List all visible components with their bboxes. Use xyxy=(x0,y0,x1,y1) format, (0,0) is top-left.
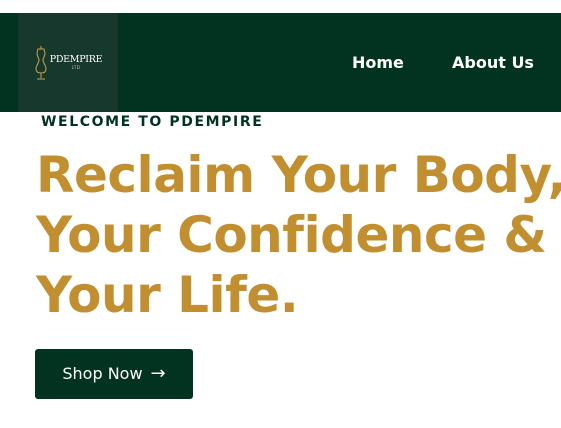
dress-form-icon xyxy=(35,45,47,79)
logo-suffix: LTD xyxy=(71,65,81,71)
headline-line-3: Your Life. xyxy=(36,266,299,324)
headline-line-2: Your Confidence & xyxy=(36,206,547,264)
welcome-eyebrow: WELCOME TO PDEMPIRE xyxy=(41,114,264,130)
logo-name: PDEMPIRE xyxy=(49,53,103,65)
navbar: PDEMPIRE LTD Home About Us xyxy=(0,13,561,112)
arrow-right-icon: → xyxy=(150,363,166,384)
headline-line-1: Reclaim Your Body, xyxy=(36,146,561,204)
shop-now-button[interactable]: Shop Now → xyxy=(35,349,193,399)
logo-mark: PDEMPIRE LTD xyxy=(34,45,103,81)
shop-now-label: Shop Now xyxy=(62,364,143,383)
logo[interactable]: PDEMPIRE LTD xyxy=(18,13,118,112)
hero-headline: Reclaim Your Body, Your Confidence & You… xyxy=(36,145,561,325)
nav-about-us-link[interactable]: About Us xyxy=(452,52,534,74)
nav-home-link[interactable]: Home xyxy=(352,52,404,74)
page: PDEMPIRE LTD Home About Us WELCOME TO PD… xyxy=(0,0,561,428)
logo-wordmark: PDEMPIRE LTD xyxy=(50,55,103,71)
